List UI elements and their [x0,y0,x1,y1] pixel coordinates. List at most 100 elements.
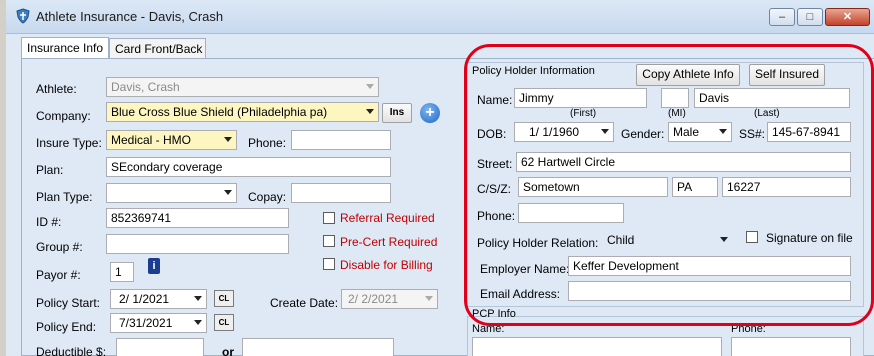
plan-type-select[interactable] [106,183,237,203]
relation-label: Policy Holder Relation: [477,236,599,250]
payor-input[interactable]: 1 [110,262,134,282]
id-label: ID #: [36,215,62,229]
title-bar: Athlete Insurance - Davis, Crash – □ ✕ [6,0,874,34]
policy-end-date[interactable]: 7/31/2021 [110,313,207,333]
self-insured-button[interactable]: Self Insured [749,64,825,86]
chevron-down-icon [719,129,727,134]
policy-holder-title: Policy Holder Information [472,65,595,77]
calendar-dropdown-icon [194,320,202,325]
gender-label: Gender: [621,127,665,141]
zip-input[interactable]: 16227 [722,177,851,197]
id-input[interactable]: 852369741 [106,208,289,228]
calendar-dropdown-icon [601,129,609,134]
ssn-input[interactable]: 145-67-8941 [767,122,851,142]
holder-phone-label: Phone: [477,209,516,223]
plan-type-label: Plan Type: [36,190,93,204]
insure-type-select[interactable]: Medical - HMO [106,130,237,150]
create-date-label: Create Date: [270,296,339,310]
insure-type-value: Medical - HMO [111,133,192,147]
relation-select[interactable]: Child [602,230,733,250]
athlete-select[interactable]: Davis, Crash [106,77,379,97]
email-label: Email Address: [480,287,561,301]
pcp-name-label: Name: [472,323,505,335]
copy-athlete-info-button[interactable]: Copy Athlete Info [636,64,740,86]
athlete-label: Athlete: [36,82,77,96]
payor-label: Payor #: [36,268,81,282]
last-caption: (Last) [754,108,780,119]
referral-required-checkbox[interactable] [323,212,335,224]
state-input[interactable]: PA [672,177,718,197]
plan-input[interactable]: SEcondary coverage [106,157,391,177]
disable-billing-label: Disable for Billing [340,258,433,272]
deductible-input[interactable] [116,338,204,356]
athlete-value: Davis, Crash [111,80,180,94]
info-book-icon[interactable]: i [148,258,160,274]
or-label: or [222,345,234,356]
first-name-input[interactable]: Jimmy [514,88,647,108]
last-name-input[interactable]: Davis [694,88,850,108]
ssn-label: SS#: [739,127,766,141]
shield-icon [16,8,30,24]
city-input[interactable]: Sometown [518,177,668,197]
deductible-alt-input[interactable] [242,338,394,356]
policy-end-clear-button[interactable]: CL [214,314,234,331]
calendar-dropdown-icon [194,296,202,301]
policy-start-date[interactable]: 2/ 1/2021 [110,289,207,309]
tab-insurance-info[interactable]: Insurance Info [21,37,109,60]
csz-label: C/S/Z: [477,182,512,196]
disable-billing-checkbox[interactable] [323,258,335,270]
signature-on-file-checkbox[interactable] [746,231,758,243]
employer-label: Employer Name: [480,262,570,276]
company-select[interactable]: Blue Cross Blue Shield (Philadelphia pa) [106,102,379,122]
copay-input[interactable] [291,183,391,203]
policy-start-clear-button[interactable]: CL [214,290,234,307]
company-value: Blue Cross Blue Shield (Philadelphia pa) [111,105,328,119]
email-input[interactable] [568,281,851,301]
group-label: Group #: [36,240,83,254]
policy-end-value: 7/31/2021 [119,316,173,330]
tab-card-front-back[interactable]: Card Front/Back [109,38,206,59]
calendar-dropdown-icon [425,296,433,301]
chevron-down-icon [366,109,374,114]
create-date-field: 2/ 2/2021 [341,289,438,309]
pre-cert-required-label: Pre-Cert Required [340,235,438,249]
chevron-down-icon [720,237,728,242]
pcp-phone-input[interactable] [731,337,851,356]
dob-date[interactable]: 1/ 1/1960 [514,122,614,142]
chevron-down-icon [224,190,232,195]
gender-value: Male [673,125,700,139]
ins-button[interactable]: Ins [382,103,412,123]
holder-phone-input[interactable] [518,203,624,223]
gender-select[interactable]: Male [668,122,732,142]
group-input[interactable] [106,234,289,254]
company-label: Company: [36,109,91,123]
maximize-button[interactable]: □ [797,8,823,26]
mi-caption: (MI) [668,108,686,119]
referral-required-label: Referral Required [340,211,435,225]
minimize-button[interactable]: – [769,8,795,26]
company-phone-input[interactable] [291,130,391,150]
add-company-button[interactable]: + [420,103,440,123]
deductible-label: Deductible $: [36,345,107,356]
copay-label: Copay: [248,190,287,204]
employer-input[interactable]: Keffer Development [568,256,851,276]
phone-label: Phone: [248,136,287,150]
chevron-down-icon [224,137,232,142]
street-input[interactable]: 62 Hartwell Circle [516,152,851,172]
close-button[interactable]: ✕ [825,8,870,26]
policy-end-label: Policy End: [36,320,97,334]
pcp-name-input[interactable] [472,337,722,356]
insure-type-label: Insure Type: [36,136,102,150]
policy-start-label: Policy Start: [36,296,101,310]
window-title: Athlete Insurance - Davis, Crash [36,9,224,24]
pre-cert-required-checkbox[interactable] [323,235,335,247]
pcp-phone-label: Phone: [731,323,766,335]
street-label: Street: [477,157,513,171]
name-label: Name: [477,93,513,107]
plan-label: Plan: [36,163,64,177]
policy-start-value: 2/ 1/2021 [119,292,170,306]
middle-initial-input[interactable] [661,88,689,108]
dob-label: DOB: [477,127,507,141]
dob-value: 1/ 1/1960 [529,125,580,139]
relation-value: Child [607,233,635,247]
